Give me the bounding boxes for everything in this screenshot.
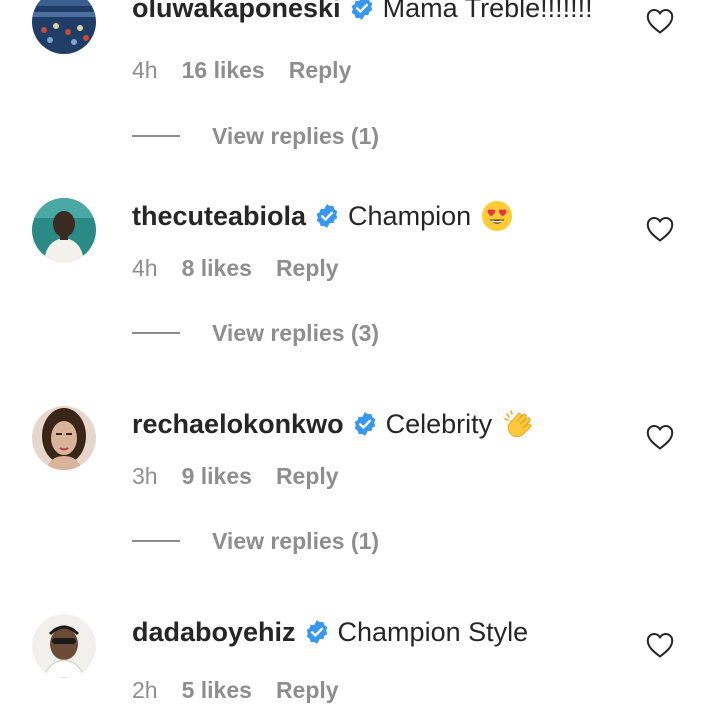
likes-count[interactable]: 5 likes [182, 677, 252, 704]
reply-button[interactable]: Reply [289, 57, 352, 84]
comment-line: oluwakaponeski Mama Treble!!!!!!! [132, 0, 593, 26]
likes-count[interactable]: 8 likes [182, 255, 252, 282]
comment-meta: 2h 5 likes Reply [132, 676, 339, 704]
view-replies-button[interactable]: View replies (1) [132, 121, 379, 151]
likes-count[interactable]: 9 likes [182, 463, 252, 490]
verified-badge-icon [354, 412, 375, 436]
username[interactable]: oluwakaponeski [132, 0, 341, 24]
comment-text: Champion Style [337, 616, 529, 647]
avatar[interactable] [32, 198, 96, 262]
username[interactable]: dadaboyehiz [132, 617, 296, 648]
verified-badge-icon [351, 0, 372, 20]
comment-time: 3h [132, 462, 158, 489]
comment-time: 4h [132, 254, 158, 281]
view-replies-button[interactable]: View replies (1) [132, 526, 379, 556]
comment-item: dadaboyehiz Champion Style 2h 5 likes Re… [0, 614, 720, 716]
reply-button[interactable]: Reply [276, 255, 339, 282]
comment-time: 4h [132, 56, 158, 83]
username[interactable]: rechaelokonkwo [132, 409, 344, 440]
comment-text: Mama Treble!!!!!!! [382, 0, 593, 23]
like-heart-icon[interactable] [646, 216, 674, 242]
replies-divider [132, 332, 180, 334]
like-heart-icon[interactable] [646, 632, 674, 658]
view-replies-label: View replies (3) [212, 319, 380, 346]
comment-line: thecuteabiola Champion [132, 198, 513, 234]
verified-badge-icon [316, 204, 338, 228]
like-heart-icon[interactable] [646, 8, 674, 34]
view-replies-button[interactable]: View replies (3) [132, 318, 379, 348]
comment-meta: 4h 16 likes Reply [132, 56, 351, 84]
avatar[interactable] [32, 406, 96, 470]
heart-eyes-emoji-icon [482, 201, 513, 231]
replies-divider [132, 135, 180, 137]
comment-line: rechaelokonkwo Celebrity [132, 406, 534, 442]
comment-meta: 3h 9 likes Reply [132, 462, 339, 490]
avatar[interactable] [32, 614, 96, 678]
username[interactable]: thecuteabiola [132, 201, 306, 232]
comment-text: Celebrity [385, 408, 493, 439]
like-heart-icon[interactable] [646, 424, 674, 450]
reply-button[interactable]: Reply [276, 677, 339, 704]
avatar[interactable] [32, 0, 96, 54]
verified-badge-icon [306, 620, 327, 644]
comment-item: thecuteabiola Champion 4h 8 likes Reply … [0, 198, 720, 406]
comment-item: oluwakaponeski Mama Treble!!!!!!! 4h 16 … [0, 0, 720, 198]
reply-button[interactable]: Reply [276, 463, 339, 490]
comment-time: 2h [132, 676, 158, 703]
replies-divider [132, 540, 180, 542]
comment-line: dadaboyehiz Champion Style [132, 614, 528, 650]
comment-meta: 4h 8 likes Reply [132, 254, 339, 282]
comment-text: Champion [348, 200, 472, 231]
likes-count[interactable]: 16 likes [182, 57, 265, 84]
clapping-hands-emoji-icon [504, 410, 532, 438]
comment-item: rechaelokonkwo Celebrity 3h 9 likes Repl… [0, 406, 720, 614]
view-replies-label: View replies (1) [212, 527, 380, 554]
view-replies-label: View replies (1) [212, 122, 380, 149]
